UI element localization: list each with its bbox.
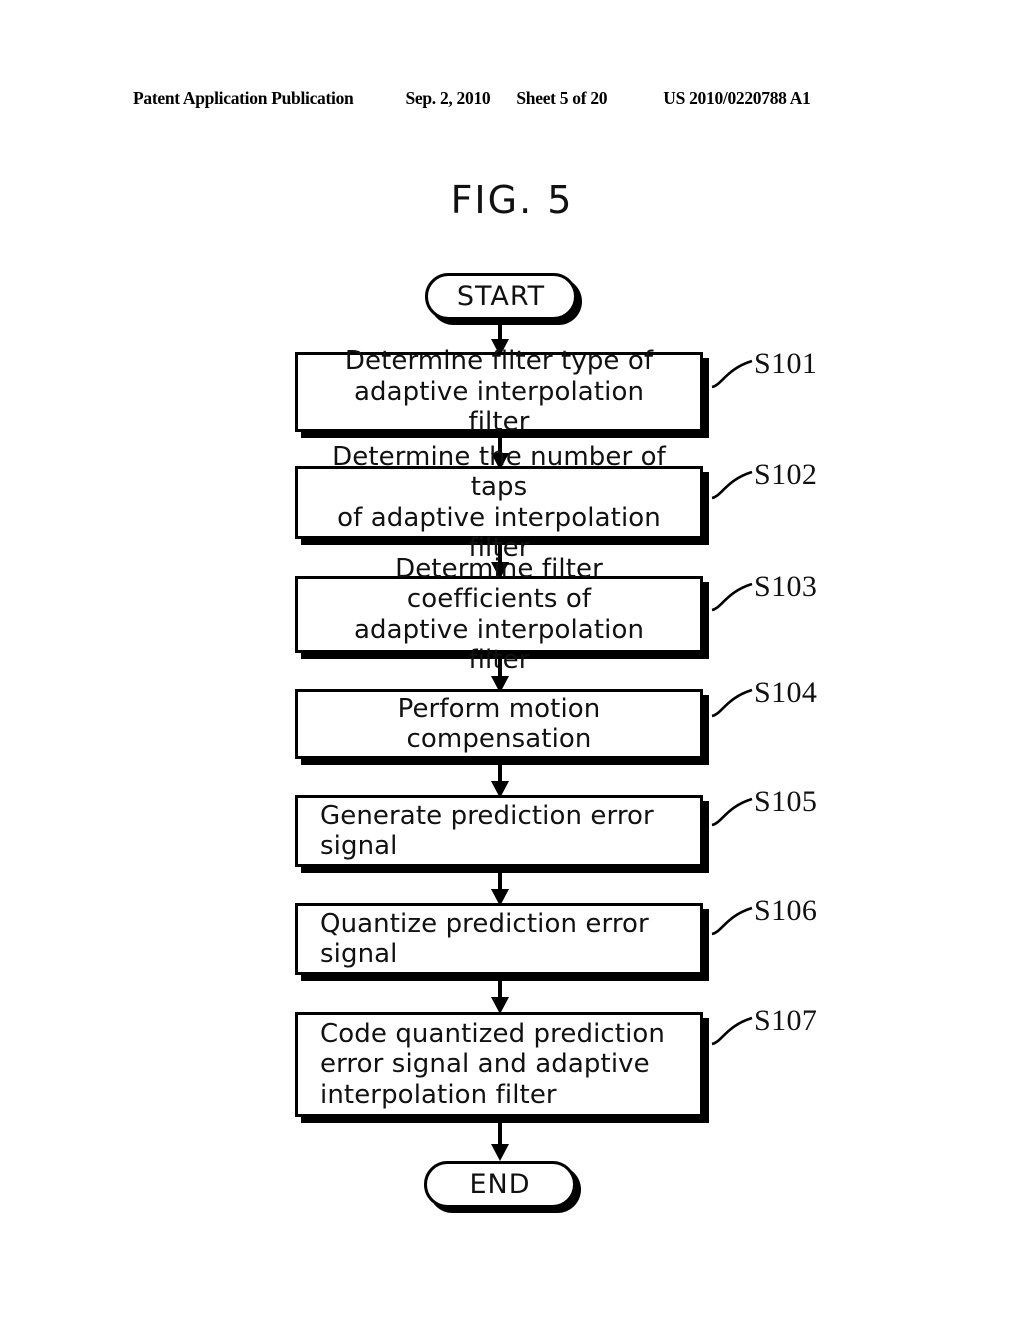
step-label-s101: S101 — [754, 347, 818, 380]
step-label-s107: S107 — [754, 1004, 818, 1037]
process-box-s103-text: Determine filter coefficients of adaptiv… — [353, 553, 645, 675]
process-box-s104-text: Perform motion compensation — [397, 693, 601, 754]
leader-line-icon — [711, 359, 753, 389]
flowchart-start-terminator: START — [425, 273, 577, 320]
connector-s105-to-s106 — [487, 873, 513, 906]
start-label: START — [456, 281, 546, 312]
connector-s106-to-s107 — [487, 981, 513, 1014]
process-box-s101: Determine filter type of adaptive interp… — [295, 346, 703, 437]
end-label: END — [469, 1169, 531, 1200]
process-box-s106-text: Quantize prediction error signal — [320, 908, 649, 969]
leader-line-icon — [711, 906, 753, 936]
flowchart-diagram: START Determine filter type of adaptive … — [0, 0, 1024, 1320]
connector-s104-to-s105 — [487, 765, 513, 798]
connector-s107-to-end — [487, 1123, 513, 1161]
process-box-s103: Determine filter coefficients of adaptiv… — [295, 554, 703, 675]
process-box-s104: Perform motion compensation — [295, 689, 703, 759]
leader-line-icon — [711, 582, 753, 612]
connector-s103-to-s104 — [487, 659, 513, 693]
process-box-s107: Code quantized prediction error signal a… — [295, 1012, 703, 1117]
process-box-s107-text: Code quantized prediction error signal a… — [320, 1018, 665, 1110]
leader-line-icon — [711, 1016, 753, 1046]
leader-line-icon — [711, 688, 753, 718]
process-box-s101-text: Determine filter type of adaptive interp… — [344, 346, 654, 438]
process-box-s102: Determine the number of taps of adaptive… — [295, 442, 703, 563]
process-box-s105-text: Generate prediction error signal — [320, 800, 654, 861]
leader-line-icon — [711, 470, 753, 500]
step-label-s102: S102 — [754, 458, 818, 491]
step-label-s106: S106 — [754, 894, 818, 927]
step-label-s103: S103 — [754, 570, 818, 603]
step-label-s104: S104 — [754, 676, 818, 709]
process-box-s105: Generate prediction error signal — [295, 795, 703, 867]
leader-line-icon — [711, 797, 753, 827]
process-box-s106: Quantize prediction error signal — [295, 903, 703, 975]
step-label-s105: S105 — [754, 785, 818, 818]
flowchart-end-terminator: END — [424, 1161, 576, 1208]
